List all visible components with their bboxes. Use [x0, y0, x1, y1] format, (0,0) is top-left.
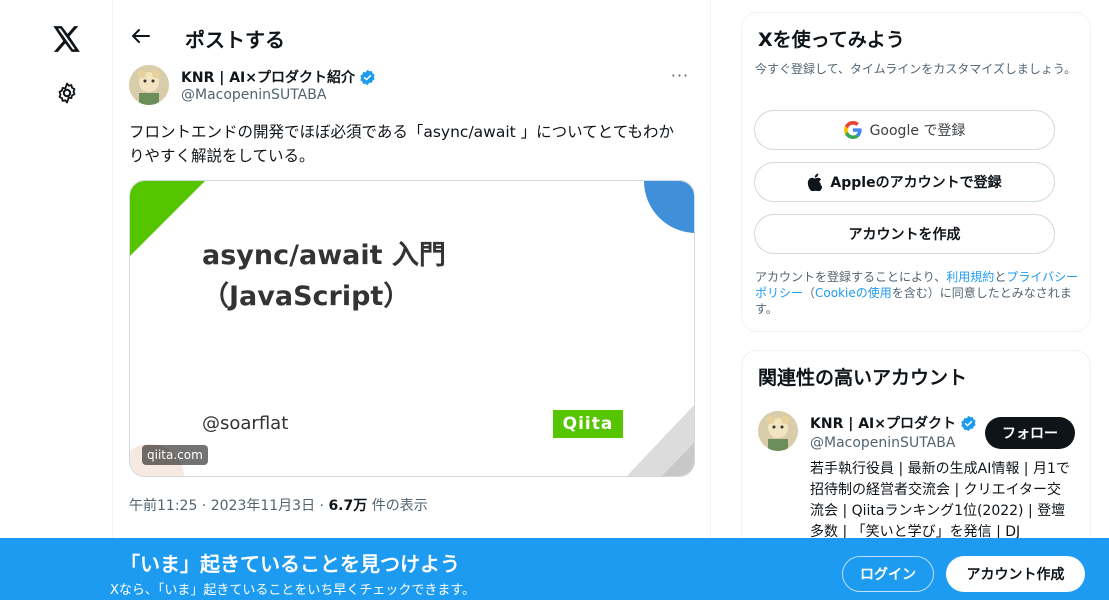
view-count: 6.7万 [328, 498, 368, 514]
login-button[interactable]: ログイン [842, 556, 934, 592]
card-title-line1: async/await 入門 [202, 240, 446, 271]
apple-icon [807, 173, 823, 191]
right-sidebar: Xを使ってみよう 今すぐ登録して、タイムラインをカスタマイズしましょう。 Goo… [741, 0, 1091, 600]
meta-separator: · [201, 498, 207, 514]
google-signup-label: Google で登録 [869, 123, 966, 139]
author-name-text: KNR | AI×プロダクト紹介 [181, 70, 355, 86]
related-account-handle[interactable]: @MacopeninSUTABA [810, 435, 955, 451]
banner-create-account-button[interactable]: アカウント作成 [946, 556, 1085, 592]
card-author: @soarflat [202, 413, 289, 434]
post-time[interactable]: 午前11:25 [129, 498, 197, 514]
page-header: ポストする [113, 14, 710, 58]
follow-button[interactable]: フォロー [985, 417, 1075, 449]
author-handle[interactable]: @MacopeninSUTABA [181, 87, 326, 103]
terms-paren: （ [803, 286, 816, 300]
verified-badge-icon [360, 69, 375, 85]
banner-subtitle: Xなら、「いま」起きていることをいち早くチェックできます。 [110, 583, 476, 598]
related-account-bio: 若手執行役員 | 最新の生成AI情報 | 月1で招待制の経営者交流会 | クリエ… [810, 461, 1070, 540]
x-logo-icon[interactable] [48, 20, 86, 58]
google-signup-button[interactable]: Google で登録 [754, 110, 1055, 150]
verified-badge-icon [961, 415, 976, 431]
author-name[interactable]: KNR | AI×プロダクト紹介 [181, 67, 376, 87]
page-title: ポストする [185, 28, 285, 52]
banner-title: 「いま」起きていることを見つけよう [120, 552, 460, 576]
terms-link[interactable]: 利用規約 [946, 270, 994, 284]
post-date[interactable]: 2023年11月3日 [211, 498, 315, 514]
signup-title: Xを使ってみよう [758, 29, 905, 51]
google-icon [843, 121, 862, 139]
link-preview-card[interactable]: async/await 入門 （JavaScript） @soarflat Qi… [129, 180, 695, 477]
card-domain-badge: qiita.com [142, 445, 208, 465]
signup-subtitle: 今すぐ登録して、タイムラインをカスタマイズしましょう。 [755, 62, 1077, 76]
meta-separator: · [319, 498, 324, 514]
post-author: KNR | AI×プロダクト紹介 @MacopeninSUTABA ··· [129, 65, 695, 109]
view-label: 件の表示 [371, 498, 428, 514]
signup-box: Xを使ってみよう 今すぐ登録して、タイムラインをカスタマイズしましょう。 Goo… [741, 12, 1091, 332]
left-nav [0, 0, 112, 600]
apple-signup-label: Appleのアカウントで登録 [830, 175, 1002, 191]
gear-icon[interactable] [50, 76, 84, 110]
post-meta: 午前11:25 · 2023年11月3日 · 6.7万 件の表示 [129, 495, 428, 515]
card-title-line2: （JavaScript） [202, 281, 411, 312]
terms-prefix: アカウントを登録することにより、 [755, 270, 947, 284]
terms-text: アカウントを登録することにより、利用規約とプライバシーポリシー（Cookieの使… [755, 269, 1085, 317]
avatar[interactable] [758, 411, 798, 451]
related-name-text: KNR | AI×プロダクト [810, 416, 956, 432]
create-account-button[interactable]: アカウントを作成 [754, 214, 1055, 254]
signup-banner: 「いま」起きていることを見つけよう Xなら、「いま」起きていることをいち早くチェ… [0, 538, 1109, 600]
cookie-link[interactable]: Cookieの使用 [815, 286, 892, 300]
main-column: ポストする KNR | AI×プロダクト紹介 @MacopeninSUTABA … [112, 0, 711, 600]
more-options-button[interactable]: ··· [665, 65, 695, 85]
qiita-logo: Qiita [553, 410, 623, 438]
avatar[interactable] [129, 65, 169, 105]
related-title: 関連性の高いアカウント [758, 367, 968, 389]
related-account-name[interactable]: KNR | AI×プロダクト [810, 413, 977, 433]
arrow-left-icon [132, 29, 150, 43]
terms-and: と [994, 270, 1007, 284]
apple-signup-button[interactable]: Appleのアカウントで登録 [754, 162, 1055, 202]
back-button[interactable] [125, 20, 157, 52]
post-text: フロントエンドの開発でほぼ必須である「async/await 」についてとてもわ… [129, 123, 674, 165]
